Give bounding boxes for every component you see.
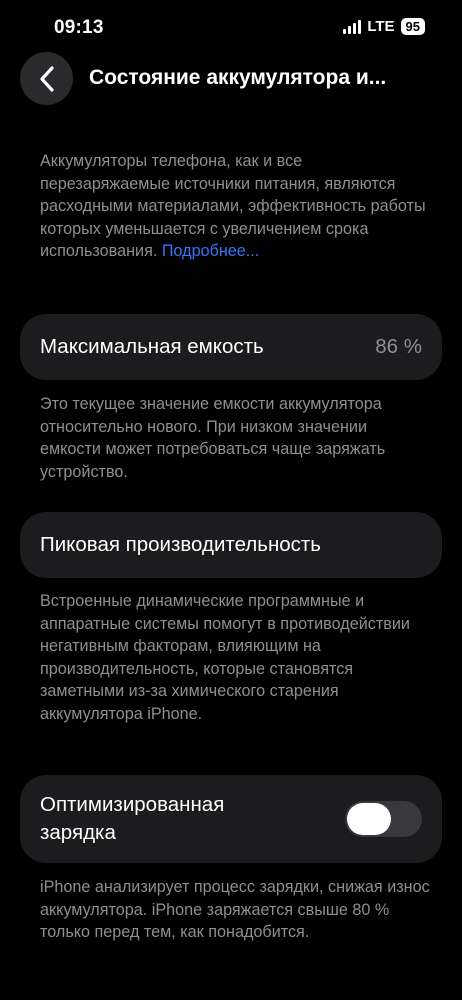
battery-level-icon: 95 <box>400 18 425 35</box>
back-button[interactable] <box>20 52 73 105</box>
max-capacity-row: Максимальная емкость 86 % <box>20 314 442 380</box>
status-time: 09:13 <box>54 17 104 38</box>
optimized-charging-toggle[interactable] <box>345 801 422 837</box>
status-indicators: LTE 95 <box>343 18 425 35</box>
toggle-knob <box>347 803 391 835</box>
page-title: Состояние аккумулятора и... <box>89 66 387 89</box>
intro-description: Аккумуляторы телефона, как и все перезар… <box>40 150 430 263</box>
network-type: LTE <box>367 18 395 35</box>
peak-performance-row: Пиковая производительность <box>20 512 442 578</box>
cellular-signal-icon <box>343 19 362 34</box>
chevron-left-icon <box>39 65 54 92</box>
optimized-charging-row: Оптимизированная зарядка <box>20 775 442 863</box>
max-capacity-label: Максимальная емкость <box>40 335 264 358</box>
learn-more-link[interactable]: Подробнее... <box>162 242 259 260</box>
optimized-charging-label: Оптимизированная зарядка <box>40 793 225 844</box>
optimized-charging-description: iPhone анализирует процесс зарядки, сниж… <box>40 878 430 941</box>
peak-performance-label: Пиковая производительность <box>40 533 321 556</box>
status-bar: 09:13 LTE 95 <box>0 0 462 56</box>
peak-performance-description: Встроенные динамические программные и ап… <box>40 592 410 723</box>
max-capacity-value: 86 % <box>375 335 422 358</box>
battery-health-screen: 09:13 LTE 95 Состояние аккумулятора и...… <box>0 0 462 1000</box>
max-capacity-description: Это текущее значение емкости аккумулятор… <box>40 395 386 481</box>
